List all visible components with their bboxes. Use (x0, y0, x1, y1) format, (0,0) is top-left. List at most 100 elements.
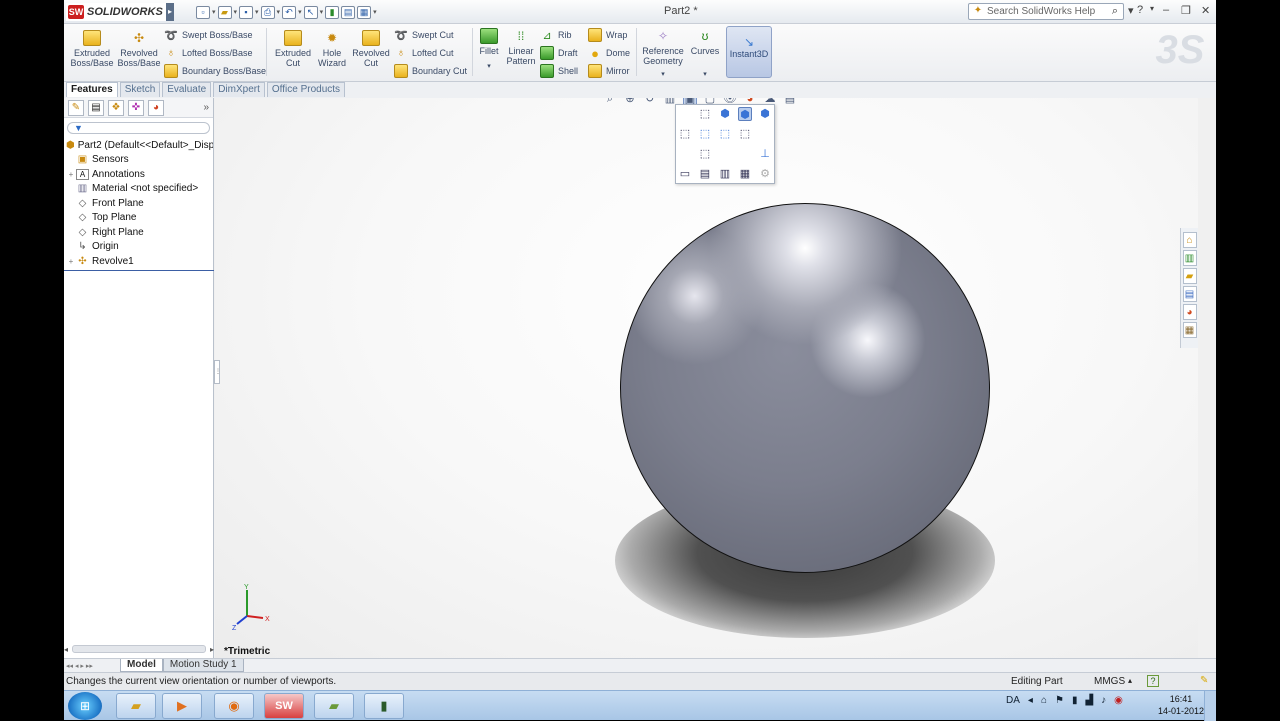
scroll-left-arrow[interactable]: ◂ (64, 645, 68, 654)
tree-item-revolve1[interactable]: + ✣ Revolve1 (66, 254, 213, 269)
resources-icon[interactable]: ⌂ (1182, 232, 1197, 248)
network-icon[interactable]: ▟ (1085, 695, 1093, 706)
view-top-icon[interactable]: ⬚ (698, 127, 712, 141)
boundary-boss-button[interactable]: Boundary Boss/Base (164, 63, 266, 79)
file-properties-icon[interactable]: ▤ (341, 5, 356, 19)
help-search-box[interactable]: ✦ Search SolidWorks Help ⌕ (968, 3, 1124, 20)
app-taskbar-icon[interactable]: ▰ (314, 693, 354, 719)
magnifier-icon[interactable]: ⌕ (1107, 5, 1123, 18)
boundary-cut-button[interactable]: Boundary Cut (394, 63, 467, 79)
view-palette-icon[interactable]: ▤ (1182, 286, 1197, 302)
units-selector[interactable]: MMGS (1094, 676, 1125, 687)
featuremanager-tree-icon[interactable]: ✎ (68, 99, 84, 116)
mirror-button[interactable]: Mirror (588, 63, 630, 79)
curves-button[interactable]: ʊ Curves ▾ (686, 28, 724, 80)
extruded-cut-button[interactable]: Extruded Cut (270, 30, 316, 68)
scroll-right-arrow[interactable]: ▸ (210, 645, 214, 654)
tree-item-origin[interactable]: ↳ Origin (66, 240, 213, 255)
tree-item-right-plane[interactable]: ◇ Right Plane (66, 225, 213, 240)
custom-properties-icon[interactable]: ▦ (1182, 322, 1197, 338)
explorer-taskbar-icon[interactable]: ▰ (116, 693, 156, 719)
solidworks-menu-button[interactable]: SW SOLIDWORKS (66, 3, 166, 21)
quick-tips-icon[interactable]: ? (1147, 675, 1159, 687)
tree-root-part[interactable]: ⬢ Part2 (Default<<Default>_Disp (66, 138, 213, 153)
search-dropdown-arrow[interactable]: ▾ (1128, 4, 1134, 17)
reference-geometry-dropdown-arrow[interactable]: ▾ (661, 70, 665, 80)
file-explorer-icon[interactable]: ▰ (1182, 268, 1197, 284)
close-icon[interactable]: ✕ (1201, 4, 1210, 17)
two-view-vertical-icon[interactable]: ▥ (718, 167, 732, 181)
help-search-input[interactable]: Search SolidWorks Help (987, 6, 1107, 17)
volume-icon[interactable]: ♪ (1101, 695, 1106, 706)
system-clock[interactable]: 16:41 14-01-2012 (1158, 693, 1204, 717)
extruded-boss-button[interactable]: Extruded Boss/Base (70, 30, 114, 68)
language-indicator[interactable]: DA (1006, 695, 1020, 706)
tab-dimxpert[interactable]: DimXpert (213, 82, 265, 97)
open-dropdown-arrow[interactable]: ▾ (234, 8, 238, 16)
view-normal-to-icon[interactable]: ⊥ (758, 147, 772, 161)
lofted-cut-button[interactable]: ♁ Lofted Cut (394, 45, 454, 61)
tree-item-top-plane[interactable]: ◇ Top Plane (66, 211, 213, 226)
menu-pin-arrow[interactable]: ▸ (166, 3, 174, 21)
viewport-restore-icon[interactable]: ❐ (1163, 98, 1172, 101)
revolved-cut-button[interactable]: Revolved Cut (348, 30, 394, 68)
rebuild-icon[interactable]: ▮ (325, 5, 340, 19)
open-folder-icon[interactable]: ▰ (217, 5, 232, 19)
configurationmanager-icon[interactable]: ❖ (108, 99, 124, 116)
revolved-boss-button[interactable]: ✣ Revolved Boss/Base (116, 30, 162, 68)
tab-features[interactable]: Features (66, 82, 118, 97)
print-dropdown-arrow[interactable]: ▾ (277, 8, 281, 16)
show-desktop-button[interactable] (1204, 691, 1216, 721)
view-isometric-icon[interactable]: ⬢ (718, 107, 732, 121)
save-dropdown-arrow[interactable]: ▾ (255, 8, 259, 16)
instant3d-button[interactable]: ↘ Instant3D (726, 26, 772, 78)
appearances-icon[interactable]: ◕ (1182, 304, 1197, 320)
sphere-model[interactable] (620, 203, 990, 573)
draft-button[interactable]: Draft (540, 45, 578, 61)
shell-button[interactable]: Shell (540, 63, 578, 79)
expand-toggle[interactable]: + (66, 257, 76, 266)
zoom-to-fit-icon[interactable]: ⌕ (603, 98, 617, 106)
graphics-area[interactable]: ⌕ ⊕ ↺ ▥ ▣ ▢ 👁 ◕ ☁ ▤ ▭ ▭ ❐ ✕ ⬚ ⬢ ⬢ ⬢ ⬚ ⬚ … (215, 98, 1198, 658)
viewport-tile-icon[interactable]: ▭ (1132, 98, 1141, 101)
undo-dropdown-arrow[interactable]: ▾ (298, 8, 302, 16)
viewport-close-icon[interactable]: ✕ (1178, 98, 1186, 101)
panel-splitter-handle[interactable]: ⋮ (214, 360, 221, 384)
view-trimetric-icon[interactable]: ⬢ (738, 107, 752, 121)
flag-icon[interactable]: ⚑ (1055, 695, 1064, 706)
help-dropdown-arrow[interactable]: ▾ (1150, 4, 1154, 13)
tab-model[interactable]: Model (120, 659, 163, 672)
solidworks-taskbar-icon[interactable]: SW (264, 693, 304, 719)
media-player-taskbar-icon[interactable]: ▶ (162, 693, 202, 719)
help-question-icon[interactable]: ? (1137, 4, 1143, 16)
units-dropdown-arrow[interactable]: ▴ (1128, 676, 1132, 685)
hole-wizard-button[interactable]: ✹ Hole Wizard (314, 30, 350, 68)
tab-office-products[interactable]: Office Products (266, 82, 346, 97)
options-dropdown-arrow[interactable]: ▾ (373, 8, 377, 16)
start-button[interactable]: ⊞ (68, 692, 102, 720)
zoom-to-area-icon[interactable]: ⊕ (623, 98, 637, 106)
rollback-bar[interactable] (64, 270, 214, 271)
previous-view-icon[interactable]: ↺ (643, 98, 657, 106)
view-bottom-icon[interactable]: ⬚ (738, 127, 752, 141)
fillet-button[interactable]: Fillet ▾ (476, 28, 502, 72)
tray-expand-icon[interactable]: ◂ (1028, 695, 1033, 706)
expand-toggle[interactable]: + (66, 170, 76, 179)
tree-item-annotations[interactable]: + A Annotations (66, 167, 213, 182)
new-dropdown-arrow[interactable]: ▾ (212, 8, 216, 16)
view-back-icon[interactable]: ⬚ (698, 147, 712, 161)
view-left-icon[interactable]: ⬚ (678, 127, 692, 141)
tab-scroll-arrows[interactable]: ◂◂ ◂ ▸ ▸▸ (66, 662, 120, 670)
minimize-icon[interactable]: – (1163, 4, 1169, 16)
view-settings-icon[interactable]: ▤ (783, 98, 797, 106)
viewport-minimize-icon[interactable]: ▭ (1147, 98, 1156, 101)
tree-horizontal-scrollbar[interactable]: ◂ ▸ (64, 644, 214, 654)
propertymanager-icon[interactable]: ▤ (88, 99, 104, 116)
tree-item-material[interactable]: ▥ Material <not specified> (66, 182, 213, 197)
swept-cut-button[interactable]: ➰ Swept Cut (394, 27, 453, 43)
fillet-dropdown-arrow[interactable]: ▾ (487, 62, 491, 72)
view-dimetric-icon[interactable]: ⬢ (758, 107, 772, 121)
print-icon[interactable]: ⎙ (260, 5, 275, 19)
select-dropdown-arrow[interactable]: ▾ (320, 8, 324, 16)
link-views-icon[interactable]: ⚙ (758, 167, 772, 181)
